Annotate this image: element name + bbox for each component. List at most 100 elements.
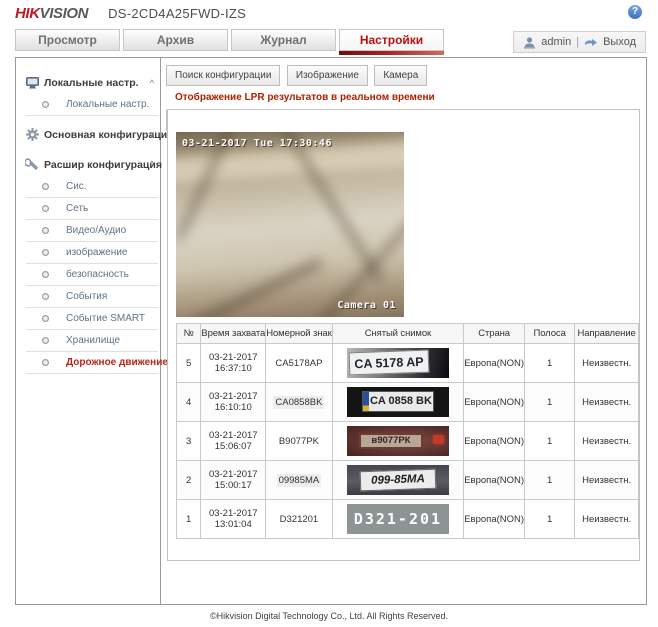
nav-tab-settings[interactable]: Настройки	[339, 29, 444, 51]
table-row: 3 03-21-2017 15:06:07 B9077PK в9077РК Ев…	[177, 422, 639, 461]
capture-date: 03-21-2017	[201, 508, 265, 519]
cell-capture-time: 03-21-2017 15:00:17	[201, 461, 266, 500]
collapse-arrow-icon[interactable]: ^	[150, 78, 154, 88]
sidebar-item-security[interactable]: безопасность	[26, 264, 158, 286]
user-name: admin	[541, 36, 571, 48]
tab-configure-search[interactable]: Поиск конфигурации	[166, 65, 280, 86]
capture-clock: 13:01:04	[201, 519, 265, 530]
col-header-plate: Номерной знак	[266, 324, 332, 344]
capture-clock: 16:37:10	[201, 363, 265, 374]
col-header-capture-time: Время захвата	[201, 324, 266, 344]
cell-snapshot: CA 0858 BK	[332, 383, 464, 422]
cell-country: Европа(NON)	[464, 500, 525, 539]
bullet-icon	[42, 271, 49, 278]
sidebar-item-storage[interactable]: Хранилище	[26, 330, 158, 352]
cell-lane: 1	[525, 383, 575, 422]
tab-picture[interactable]: Изображение	[287, 65, 368, 86]
cell-capture-time: 03-21-2017 16:10:10	[201, 383, 266, 422]
capture-date: 03-21-2017	[201, 352, 265, 363]
cell-lane: 1	[525, 500, 575, 539]
cell-snapshot: CA 5178 AP	[332, 344, 464, 383]
plate-number-text: CA0858BK	[273, 396, 324, 409]
sidebar-item-video-audio[interactable]: Видео/Аудио	[26, 220, 158, 242]
cell-country: Европа(NON)	[464, 422, 525, 461]
plate-snapshot-image: CA 5178 AP	[347, 348, 449, 378]
sidebar-spacer	[16, 116, 160, 123]
plate-snapshot-image: D321-201	[347, 504, 449, 534]
nav-tab-log[interactable]: Журнал	[231, 29, 336, 51]
plate-on-image: CA 5178 AP	[349, 350, 430, 376]
plate-on-image: в9077РК	[359, 433, 423, 449]
video-camera-name-osd: Camera 01	[337, 300, 396, 311]
bullet-icon	[42, 205, 49, 212]
help-icon[interactable]: ?	[628, 5, 642, 19]
capture-clock: 15:06:07	[201, 441, 265, 452]
sidebar-item-network[interactable]: Сеть	[26, 198, 158, 220]
logout-button[interactable]: Выход	[603, 36, 636, 48]
table-row: 4 03-21-2017 16:10:10 CA0858BK CA 0858 B…	[177, 383, 639, 422]
expand-arrow-icon[interactable]: v	[150, 129, 155, 139]
cell-plate-number: D321201	[266, 500, 332, 539]
bullet-icon	[42, 315, 49, 322]
gear-icon	[25, 128, 40, 141]
col-header-number: №	[177, 324, 201, 344]
sidebar-item-label: Сис.	[66, 181, 87, 192]
lpr-results-table: № Время захвата Номерной знак Снятый сни…	[176, 323, 639, 539]
user-separator: |	[576, 36, 579, 48]
cell-plate-number: CA5178AP	[266, 344, 332, 383]
main-nav: Просмотр Архив Журнал Настройки admin | …	[0, 29, 658, 55]
sidebar-item-label: Хранилище	[66, 335, 120, 346]
cell-country: Европа(NON)	[464, 461, 525, 500]
logo-vision: VISION	[40, 5, 88, 22]
sidebar-item-label: Локальные настр.	[66, 99, 149, 110]
video-blur-backdrop	[176, 132, 404, 317]
nav-tab-playback[interactable]: Архив	[123, 29, 228, 51]
sidebar-item-label: События	[66, 291, 107, 302]
settings-main-area: Поиск конфигурации Изображение Камера От…	[161, 58, 646, 604]
video-blur-artifact	[176, 257, 324, 317]
cell-lane: 1	[525, 461, 575, 500]
plate-number-text: 09985MA	[277, 474, 322, 487]
sidebar-group-basic-config[interactable]: Основная конфигурация v	[16, 123, 160, 146]
plate-on-image: CA 0858 BK	[362, 391, 434, 412]
sidebar-group-advanced-config[interactable]: Расшир конфигурация ^	[16, 153, 160, 176]
user-icon	[523, 36, 536, 49]
cell-snapshot: D321-201	[332, 500, 464, 539]
collapse-arrow-icon[interactable]: ^	[150, 159, 154, 169]
sidebar-group-local-config[interactable]: Локальные настр. ^	[16, 72, 160, 94]
sidebar-item-road-traffic[interactable]: Дорожное движение	[26, 352, 158, 374]
sub-tab-row-1: Поиск конфигурации Изображение Камера От…	[161, 58, 646, 109]
plate-on-image: 099-85MA	[360, 469, 437, 492]
lpr-result-panel: 03-21-2017 Tue 17:30:46 Camera 01 № Врем…	[167, 109, 640, 561]
bullet-icon	[42, 359, 49, 366]
col-header-lane: Полоса	[525, 324, 575, 344]
col-header-snapshot: Снятый снимок	[332, 324, 464, 344]
logo-hik: HIK	[15, 5, 40, 22]
monitor-icon	[25, 77, 40, 89]
table-row: 5 03-21-2017 16:37:10 CA5178AP CA 5178 A…	[177, 344, 639, 383]
cell-country: Европа(NON)	[464, 344, 525, 383]
sidebar-spacer	[16, 146, 160, 153]
nav-tab-live-view[interactable]: Просмотр	[15, 29, 120, 51]
sidebar-item-local-config[interactable]: Локальные настр.	[26, 94, 158, 116]
capture-clock: 15:00:17	[201, 480, 265, 491]
cell-number: 5	[177, 344, 201, 383]
wrench-icon	[25, 158, 40, 171]
user-session-box: admin | Выход	[513, 31, 646, 53]
sidebar-item-events[interactable]: События	[26, 286, 158, 308]
copyright-footer: ©Hikvision Digital Technology Co., Ltd. …	[0, 611, 658, 621]
sidebar-item-image[interactable]: изображение	[26, 242, 158, 264]
col-header-country: Страна	[464, 324, 525, 344]
tab-camera[interactable]: Камера	[374, 65, 427, 86]
sidebar-item-label: Сеть	[66, 203, 88, 214]
tab-real-time-lpr-result[interactable]: Отображение LPR результатов в реальном в…	[166, 87, 444, 108]
sidebar-item-label: Дорожное движение	[66, 357, 168, 368]
sidebar-item-system[interactable]: Сис.	[26, 176, 158, 198]
cell-country: Европа(NON)	[464, 383, 525, 422]
page-header: HIKVISION DS-2CD4A25FWD-IZS ?	[0, 0, 658, 27]
sidebar-group-label: Локальные настр.	[44, 77, 139, 89]
bullet-icon	[42, 293, 49, 300]
sidebar-item-smart-event[interactable]: Событие SMART	[26, 308, 158, 330]
plate-snapshot-image: в9077РК	[347, 426, 449, 456]
sidebar-item-label: Событие SMART	[66, 313, 145, 324]
